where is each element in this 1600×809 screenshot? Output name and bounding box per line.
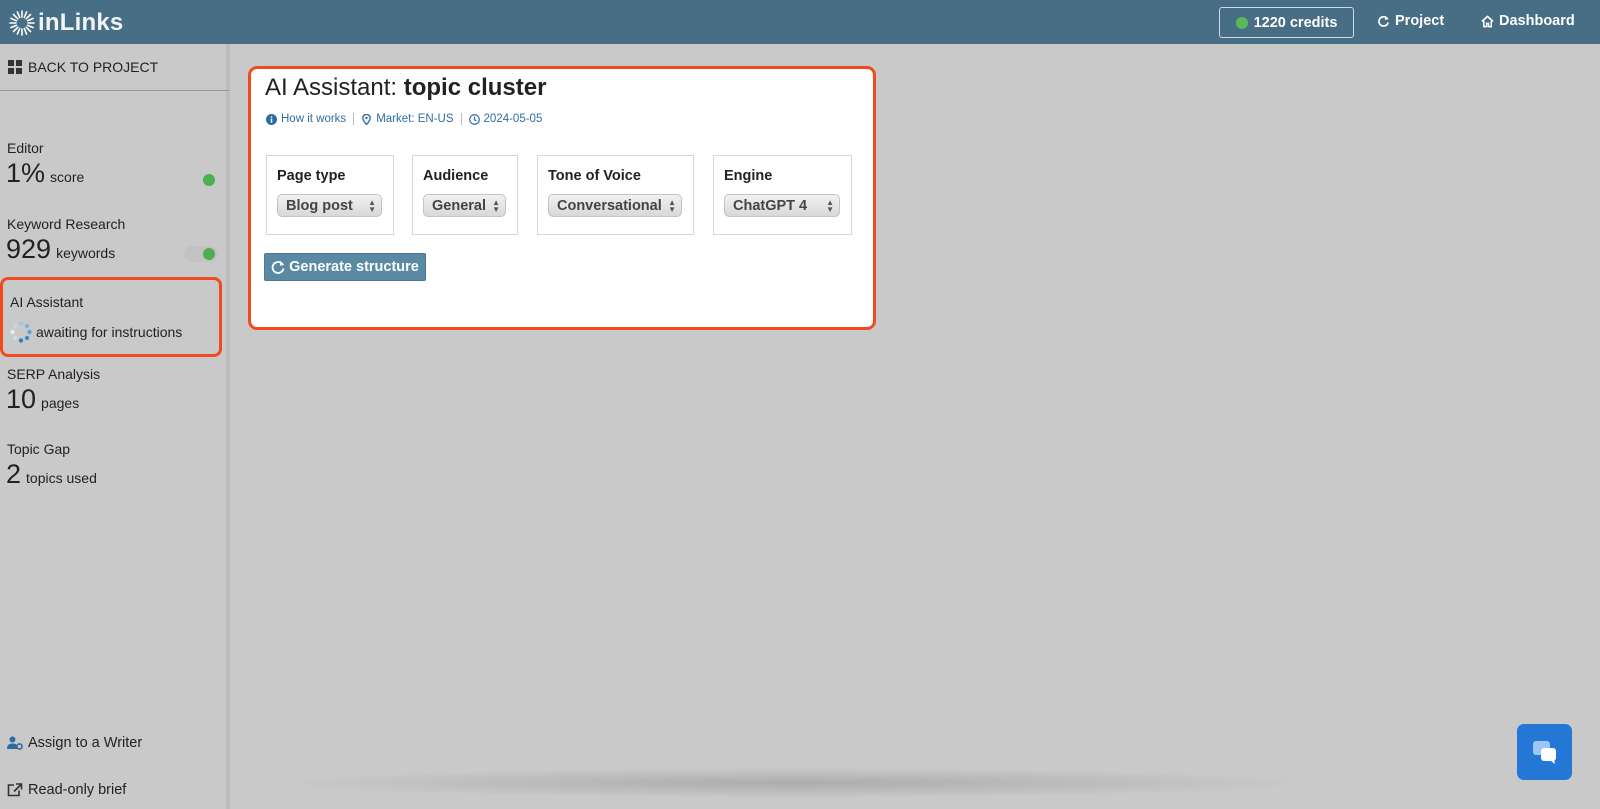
keyword-research-unit: keywords <box>56 245 116 261</box>
keyword-research-status-dot <box>203 248 215 260</box>
audience-select[interactable]: General ▲ ▼ <box>423 194 506 217</box>
market-info: Market: EN-US <box>361 113 454 125</box>
sidebar-item-keyword-research[interactable]: Keyword Research 929 keywords <box>6 216 126 265</box>
logo-text: inLinks <box>38 9 124 36</box>
keyword-research-label: Keyword Research <box>7 216 126 232</box>
sidebar-item-serp-analysis[interactable]: SERP Analysis 10 pages <box>6 366 101 415</box>
topic-gap-unit: topics used <box>26 470 97 486</box>
sidebar: BACK TO PROJECT Editor 1% score Keyword … <box>0 44 230 809</box>
info-icon <box>266 113 277 125</box>
topic-gap-value: 2 <box>6 459 22 489</box>
loading-spinner-icon <box>10 321 32 343</box>
page-title-topic: topic cluster <box>403 74 547 101</box>
sidebar-divider <box>0 90 230 91</box>
engine-label: Engine <box>724 168 773 184</box>
top-bar: inLinks 1220 credits Project Dashboard <box>0 0 1600 44</box>
read-only-brief-link[interactable]: Read-only brief <box>7 782 126 798</box>
serp-analysis-value: 10 <box>6 384 37 414</box>
select-arrows-icon: ▲ ▼ <box>368 198 376 214</box>
engine-select[interactable]: ChatGPT 4 ▲ ▼ <box>724 194 840 217</box>
select-arrows-icon: ▲ ▼ <box>826 198 834 214</box>
refresh-icon <box>1378 15 1389 27</box>
page-type-field: Page type Blog post ▲ ▼ <box>266 155 394 235</box>
back-label: BACK TO PROJECT <box>28 59 159 75</box>
meta-row: How it works Market: EN-US 2024-05-05 <box>266 113 542 125</box>
ai-assistant-status: awaiting for instructions <box>36 324 183 340</box>
editor-status-dot <box>203 174 215 186</box>
page-type-select[interactable]: Blog post ▲ ▼ <box>277 194 382 217</box>
refresh-icon <box>271 261 285 274</box>
chat-icon <box>1532 741 1556 764</box>
sidebar-item-topic-gap[interactable]: Topic Gap 2 topics used <box>6 441 97 490</box>
project-link[interactable]: Project <box>1377 13 1444 29</box>
bottom-shadow <box>270 768 1320 798</box>
logo[interactable]: inLinks <box>8 9 123 37</box>
credits-status-dot <box>1235 16 1248 29</box>
editor-unit: score <box>50 169 85 185</box>
assign-label: Assign to a Writer <box>28 735 143 751</box>
serp-analysis-label: SERP Analysis <box>7 366 101 382</box>
project-label: Project <box>1395 13 1445 29</box>
meta-divider <box>353 113 355 125</box>
editor-label: Editor <box>7 140 44 156</box>
engine-value: ChatGPT 4 <box>733 197 808 214</box>
page-title: AI Assistant: topic cluster <box>265 74 546 102</box>
tone-of-voice-field: Tone of Voice Conversational ▲ ▼ <box>537 155 694 235</box>
credits-button[interactable]: 1220 credits <box>1219 7 1354 38</box>
assign-to-writer-link[interactable]: Assign to a Writer <box>7 735 142 751</box>
tone-of-voice-label: Tone of Voice <box>548 168 641 184</box>
select-arrows-icon: ▲ ▼ <box>668 198 676 214</box>
back-to-project-link[interactable]: BACK TO PROJECT <box>8 59 158 75</box>
generate-structure-label: Generate structure <box>289 259 419 275</box>
audience-field: Audience General ▲ ▼ <box>412 155 518 235</box>
serp-analysis-unit: pages <box>41 395 80 411</box>
sidebar-item-ai-assistant[interactable]: AI Assistant awaiting for instructions <box>0 277 222 357</box>
user-gear-icon <box>7 736 23 750</box>
date-label: 2024-05-05 <box>483 113 543 125</box>
sidebar-item-editor[interactable]: Editor 1% score <box>6 140 85 189</box>
select-arrows-icon: ▲ ▼ <box>492 198 500 214</box>
market-label: Market: EN-US <box>376 113 454 125</box>
external-link-icon <box>7 783 23 797</box>
tone-of-voice-value: Conversational <box>557 197 662 214</box>
dashboard-link[interactable]: Dashboard <box>1481 13 1575 29</box>
keyword-research-value: 929 <box>6 234 52 264</box>
ai-assistant-label: AI Assistant <box>10 294 84 310</box>
tone-of-voice-select[interactable]: Conversational ▲ ▼ <box>548 194 682 217</box>
dashboard-label: Dashboard <box>1499 13 1575 29</box>
audience-label: Audience <box>423 168 489 184</box>
engine-field: Engine ChatGPT 4 ▲ ▼ <box>713 155 852 235</box>
map-marker-icon <box>362 113 372 125</box>
date-info: 2024-05-05 <box>468 113 543 125</box>
audience-value: General <box>432 197 486 214</box>
grid-icon <box>8 60 22 74</box>
how-it-works-label: How it works <box>281 113 347 125</box>
readonly-label: Read-only brief <box>28 782 127 798</box>
page-type-value: Blog post <box>286 197 353 214</box>
credits-label: 1220 credits <box>1253 14 1338 31</box>
ai-assistant-panel: AI Assistant: topic cluster How it works… <box>248 66 876 330</box>
chat-widget-button[interactable] <box>1517 724 1572 780</box>
logo-icon <box>9 10 35 36</box>
topic-gap-label: Topic Gap <box>7 441 71 457</box>
home-icon <box>1481 15 1494 27</box>
page-title-prefix: AI Assistant: <box>265 74 404 101</box>
page-type-label: Page type <box>277 168 346 184</box>
clock-icon <box>468 113 480 125</box>
generate-structure-button[interactable]: Generate structure <box>264 253 426 281</box>
editor-value: 1% <box>6 158 46 188</box>
meta-divider <box>460 113 462 125</box>
how-it-works-link[interactable]: How it works <box>266 113 346 125</box>
